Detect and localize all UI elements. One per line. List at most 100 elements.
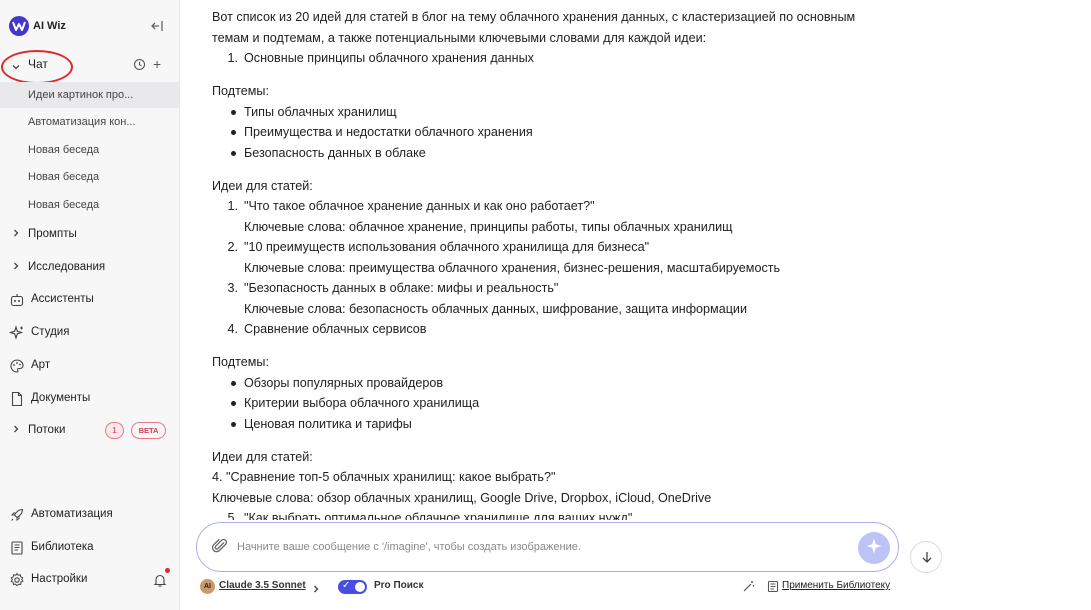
beta-badge: BETA: [131, 422, 166, 439]
subtopics-label: Подтемы:: [212, 84, 269, 98]
list-number: 4.: [227, 322, 238, 336]
new-chat-plus-icon[interactable]: +: [153, 56, 161, 72]
nav-library-label: Библиотека: [31, 541, 94, 553]
library-book-icon: [9, 540, 25, 556]
list-number: 1.: [227, 199, 238, 213]
subtopics-label: Подтемы:: [212, 355, 269, 369]
pro-search-toggle[interactable]: ✓: [338, 580, 367, 594]
magic-wand-icon[interactable]: [742, 580, 755, 598]
gear-icon: [9, 572, 25, 588]
ideas-label: Идеи для статей:: [212, 450, 313, 464]
message-composer: [196, 522, 899, 572]
sidebar: AI Wiz Чат + Идеи картинок про... Автома…: [0, 0, 180, 610]
nav-art[interactable]: Арт: [0, 354, 180, 378]
bullet: [231, 422, 236, 427]
nav-assistants[interactable]: Ассистенты: [0, 288, 180, 312]
bullet: [231, 110, 236, 115]
send-button[interactable]: [858, 532, 890, 564]
pro-search-label: Pro Поиск: [374, 580, 424, 591]
logo-row: AI Wiz: [9, 14, 171, 38]
nav-research-label: Исследования: [28, 261, 106, 273]
library-icon: [767, 580, 779, 598]
history-item[interactable]: Идеи картинок про...: [0, 82, 180, 108]
history-item[interactable]: Новая беседа: [0, 164, 180, 190]
nav-flows-label: Потоки: [28, 424, 66, 436]
logo-icon: [9, 16, 29, 36]
history-item[interactable]: Новая беседа: [0, 192, 180, 218]
bullet: [231, 130, 236, 135]
rocket-icon: [9, 507, 25, 523]
paperclip-icon[interactable]: [211, 537, 229, 560]
topic-title: Основные принципы облачного хранения дан…: [244, 51, 534, 65]
ideas-label: Идеи для статей:: [212, 179, 313, 193]
nav-studio[interactable]: Студия: [0, 321, 180, 345]
nav-automation[interactable]: Автоматизация: [0, 503, 180, 527]
arrow-down-icon: [920, 550, 934, 569]
model-avatar: AI: [200, 579, 215, 594]
list-number: 5.: [227, 511, 238, 520]
intro-line: Вот список из 20 идей для статей в блог …: [212, 10, 856, 24]
highlight-annotation-ring: [1, 50, 73, 84]
subtopic-item: Критерии выбора облачного хранилища: [244, 396, 480, 410]
assistant-message: Вот список из 20 идей для статей в блог …: [212, 8, 932, 520]
nav-settings[interactable]: Настройки: [0, 568, 180, 592]
idea-keywords: Ключевые слова: преимущества облачного х…: [244, 261, 781, 275]
chevron-right-icon: [11, 228, 21, 241]
apply-library-link[interactable]: Применить Библиотеку: [782, 580, 890, 598]
subtopic-item: Ценовая политика и тарифы: [244, 417, 412, 431]
list-number: 2.: [227, 240, 238, 254]
collapse-sidebar-icon[interactable]: [149, 18, 165, 34]
subtopic-item: Обзоры популярных провайдеров: [244, 376, 444, 390]
nav-flows[interactable]: Потоки 1 BETA: [0, 419, 180, 443]
history-item[interactable]: Новая беседа: [0, 137, 180, 163]
chevron-right-icon: [11, 261, 21, 274]
flows-count-badge: 1: [105, 422, 124, 439]
list-number: 3.: [227, 281, 238, 295]
subtopic-item: Безопасность данных в облаке: [244, 146, 426, 160]
nav-documents-label: Документы: [31, 392, 91, 404]
history-clock-icon[interactable]: [133, 58, 146, 76]
nav-automation-label: Автоматизация: [31, 508, 113, 520]
topic-title: Сравнение облачных сервисов: [244, 322, 427, 336]
app-name: AI Wiz: [33, 20, 66, 32]
idea-title: "Безопасность данных в облаке: мифы и ре…: [244, 281, 559, 295]
palette-icon: [9, 358, 25, 374]
idea-title: "Как выбрать оптимальное облачное хранил…: [244, 511, 633, 520]
robot-icon: [9, 292, 25, 308]
history-item[interactable]: Автоматизация кон...: [0, 109, 180, 135]
idea-keywords: Ключевые слова: обзор облачных хранилищ,…: [212, 491, 712, 505]
nav-documents[interactable]: Документы: [0, 387, 180, 411]
nav-prompts-label: Промпты: [28, 228, 77, 240]
subtopic-item: Преимущества и недостатки облачного хран…: [244, 125, 533, 139]
scroll-down-button[interactable]: [910, 541, 942, 573]
sparkles-icon: [8, 325, 25, 341]
nav-assistants-label: Ассистенты: [31, 293, 94, 305]
bell-icon[interactable]: [152, 572, 168, 591]
idea-keywords: Ключевые слова: облачное хранение, принц…: [244, 220, 733, 234]
nav-studio-label: Студия: [31, 326, 70, 338]
nav-research[interactable]: Исследования: [0, 256, 180, 280]
idea-title: "10 преимуществ использования облачного …: [244, 240, 650, 254]
nav-library[interactable]: Библиотека: [0, 536, 180, 560]
chevron-right-icon: [11, 424, 21, 437]
model-selector[interactable]: Claude 3.5 Sonnet: [219, 580, 306, 598]
idea-title: 4. "Сравнение топ-5 облачных хранилищ: к…: [212, 470, 556, 484]
list-number: 1.: [227, 51, 238, 65]
nav-settings-label: Настройки: [31, 573, 88, 585]
notification-dot: [165, 568, 170, 573]
nav-art-label: Арт: [31, 359, 51, 371]
idea-keywords: Ключевые слова: безопасность облачных да…: [244, 302, 748, 316]
bullet: [231, 401, 236, 406]
check-icon: ✓: [342, 580, 351, 591]
bullet: [231, 151, 236, 156]
idea-title: "Что такое облачное хранение данных и ка…: [244, 199, 595, 213]
document-icon: [9, 391, 25, 407]
message-input[interactable]: [237, 537, 837, 557]
nav-prompts[interactable]: Промпты: [0, 223, 180, 247]
chevron-right-icon[interactable]: [311, 581, 321, 599]
intro-line: темам и подтемам, а также потенциальными…: [212, 31, 707, 45]
app-window: AI Wiz Чат + Идеи картинок про... Автома…: [0, 0, 1091, 610]
bullet: [231, 381, 236, 386]
subtopic-item: Типы облачных хранилищ: [244, 105, 397, 119]
sparkle-send-icon: [865, 537, 883, 560]
